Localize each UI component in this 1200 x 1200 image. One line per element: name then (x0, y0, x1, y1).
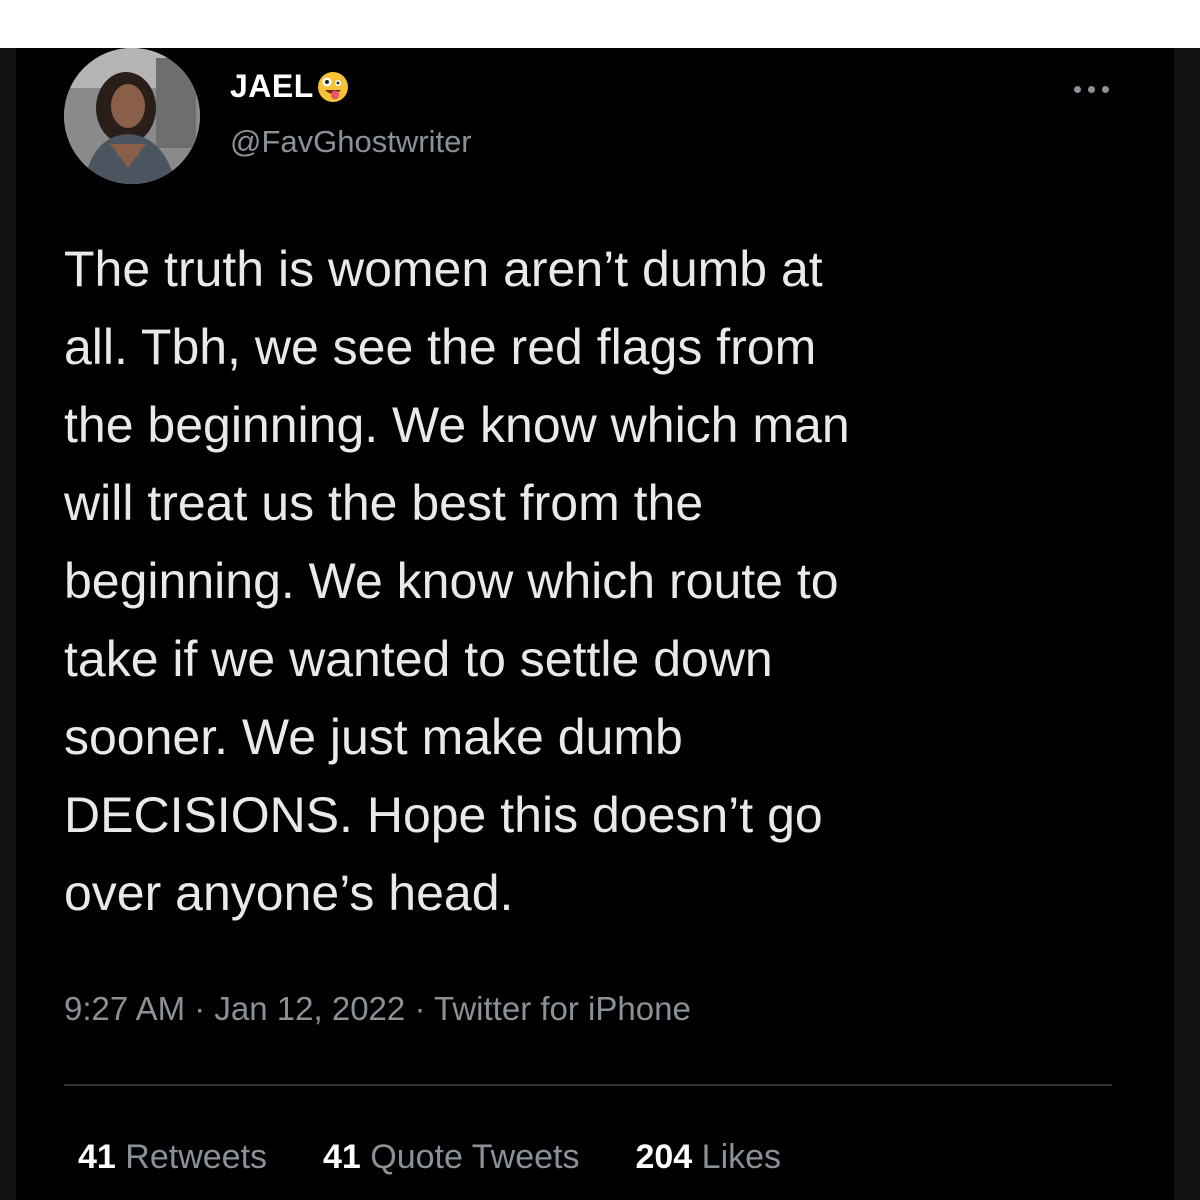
tweet-text-line: all. Tbh, we see the red flags from (64, 319, 817, 375)
likes-label: Likes (701, 1138, 782, 1176)
more-horizontal-icon-dot (1102, 86, 1109, 93)
likes-count: 204 (635, 1138, 693, 1176)
engagement-stats: 41 Retweets 41 Quote Tweets 204 Likes (78, 1138, 781, 1177)
tweet-text-line: take if we wanted to settle down (64, 631, 773, 687)
frame-edge-left (0, 48, 16, 1200)
tweet-meta: 9:27 AM · Jan 12, 2022 · Twitter for iPh… (64, 990, 691, 1028)
retweets-stat[interactable]: 41 Retweets (78, 1138, 267, 1177)
top-band (0, 0, 1200, 48)
quote-tweets-stat[interactable]: 41 Quote Tweets (323, 1138, 579, 1177)
tweet-time[interactable]: 9:27 AM (64, 990, 185, 1027)
tweet-text-line: DECISIONS. Hope this doesn’t go (64, 787, 823, 843)
tweet-text: The truth is women aren’t dumb at all. T… (64, 230, 1144, 932)
quote-tweets-label: Quote Tweets (370, 1138, 580, 1176)
more-options-button[interactable] (1062, 68, 1122, 108)
display-name[interactable]: JAEL (230, 68, 350, 105)
zany-face-emoji-icon (316, 70, 350, 104)
more-horizontal-icon (1074, 86, 1081, 93)
frame-edge-right (1174, 48, 1200, 1200)
tweet-text-line: sooner. We just make dumb (64, 709, 683, 765)
avatar[interactable] (64, 48, 200, 184)
meta-separator: · (414, 990, 426, 1027)
tweet-source[interactable]: Twitter for iPhone (434, 990, 691, 1027)
retweets-count: 41 (78, 1138, 116, 1176)
retweets-label: Retweets (125, 1138, 268, 1176)
handle[interactable]: @FavGhostwriter (230, 124, 472, 160)
tweet-text-line: The truth is women aren’t dumb at (64, 241, 823, 297)
quote-tweets-count: 41 (323, 1138, 361, 1176)
avatar-photo (64, 48, 200, 184)
meta-separator: · (194, 990, 206, 1027)
tweet-card: JAEL @FavGhostwriter The truth is women … (16, 48, 1174, 1200)
tweet-text-line: will treat us the best from the (64, 475, 704, 531)
tweet-text-line: over anyone’s head. (64, 865, 514, 921)
more-horizontal-icon-dot (1088, 86, 1095, 93)
tweet-date[interactable]: Jan 12, 2022 (214, 990, 405, 1027)
display-name-text: JAEL (230, 68, 314, 104)
tweet-text-line: beginning. We know which route to (64, 553, 839, 609)
tweet-text-line: the beginning. We know which man (64, 397, 850, 453)
likes-stat[interactable]: 204 Likes (635, 1138, 781, 1177)
divider (64, 1084, 1112, 1086)
